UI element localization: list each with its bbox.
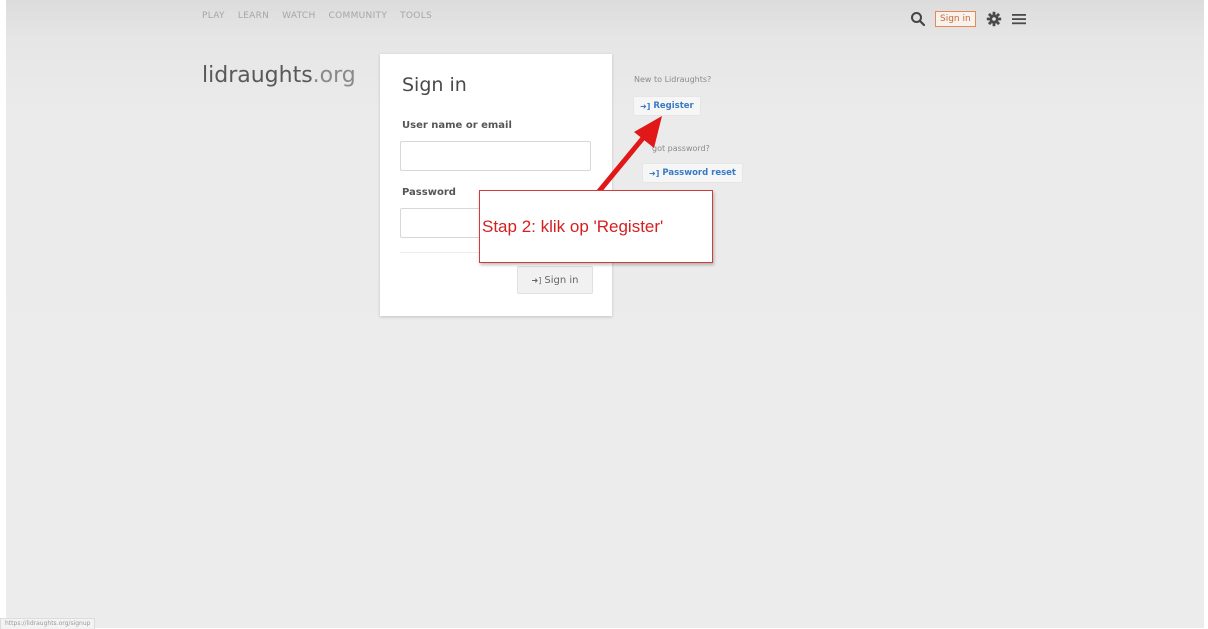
nav-learn[interactable]: LEARN [238, 11, 269, 21]
username-input[interactable] [400, 141, 591, 171]
top-right-controls: Sign in [909, 8, 1026, 30]
username-label: User name or email [402, 120, 512, 131]
signin-title: Sign in [402, 74, 467, 96]
top-nav: PLAY LEARN WATCH COMMUNITY TOOLS [202, 11, 445, 21]
nav-tools[interactable]: TOOLS [400, 11, 432, 21]
page-viewport: PLAY LEARN WATCH COMMUNITY TOOLS Sign in [6, 0, 1204, 628]
hamburger-menu-icon[interactable] [1011, 13, 1026, 25]
signin-arrow-icon: ➜] [531, 275, 542, 285]
search-icon[interactable] [909, 10, 927, 28]
gear-icon[interactable] [986, 11, 1002, 27]
signin-card: Sign in User name or email Password ➜] S… [380, 54, 612, 316]
annotation-callout: Stap 2: klik op 'Register' [479, 190, 713, 263]
password-label: Password [402, 187, 456, 198]
signin-submit-label: Sign in [544, 274, 579, 286]
logo-tld: .org [312, 63, 356, 88]
new-to-text: New to Lidraughts? [634, 75, 712, 84]
top-signin-button[interactable]: Sign in [935, 11, 976, 27]
nav-community[interactable]: COMMUNITY [329, 11, 388, 21]
nav-watch[interactable]: WATCH [282, 11, 315, 21]
site-logo[interactable]: lidraughts.org [202, 63, 356, 88]
logo-name: lidraughts [202, 63, 313, 88]
signin-submit-button[interactable]: ➜] Sign in [517, 266, 593, 294]
status-bar-url: https://lidraughts.org/signup [0, 618, 96, 629]
nav-play[interactable]: PLAY [202, 11, 225, 21]
annotation-text: Stap 2: klik op 'Register' [482, 216, 664, 236]
